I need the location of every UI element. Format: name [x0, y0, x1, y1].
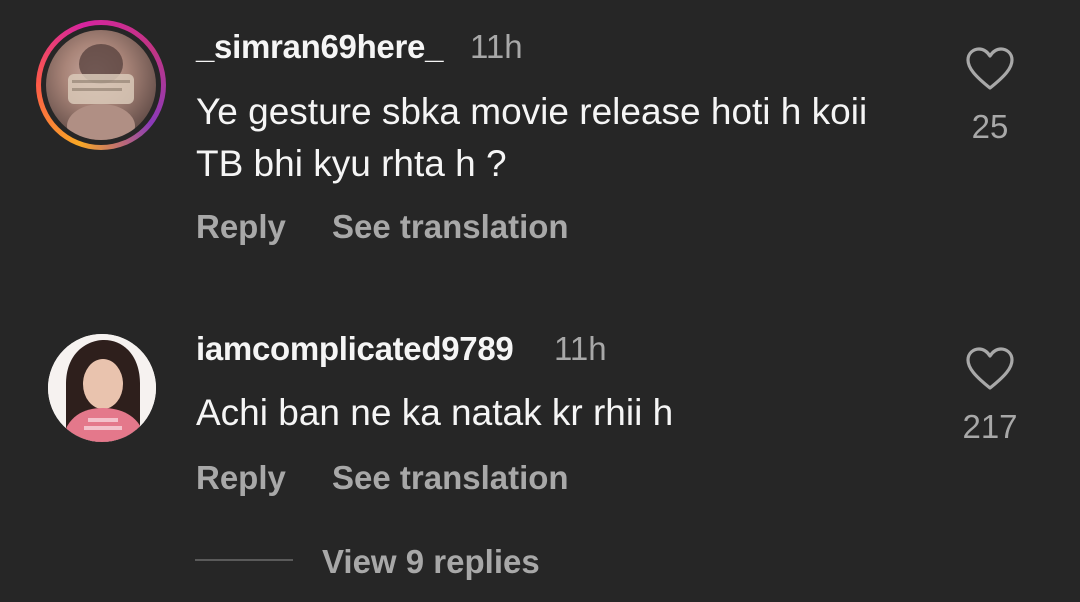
avatar — [46, 30, 156, 140]
reply-button[interactable]: Reply — [196, 208, 286, 246]
comment-timestamp: 11h — [470, 28, 523, 65]
replies-divider-line — [195, 559, 293, 561]
comment-text: Ye gesture sbka movie release hoti h koi… — [196, 91, 868, 184]
comment-username[interactable]: _simran69here_ — [196, 28, 443, 66]
see-translation-button[interactable]: See translation — [332, 459, 569, 497]
comment-timestamp: 11h — [554, 330, 607, 367]
avatar-photo — [48, 334, 156, 442]
avatar — [48, 334, 156, 442]
avatar-wrapper[interactable] — [48, 334, 156, 442]
comment-text: Achi ban ne ka natak kr rhii h — [196, 392, 674, 433]
view-replies-button[interactable]: View 9 replies — [322, 543, 540, 581]
comment-username[interactable]: iamcomplicated9789 — [196, 330, 514, 368]
avatar-photo — [67, 44, 135, 140]
reply-button[interactable]: Reply — [196, 459, 286, 497]
avatar-story-ring[interactable] — [36, 20, 166, 150]
like-count: 217 — [962, 408, 1018, 445]
heart-outline-icon[interactable] — [965, 346, 1015, 392]
heart-outline-icon[interactable] — [965, 46, 1015, 92]
like-count: 25 — [971, 108, 1009, 145]
see-translation-button[interactable]: See translation — [332, 208, 569, 246]
